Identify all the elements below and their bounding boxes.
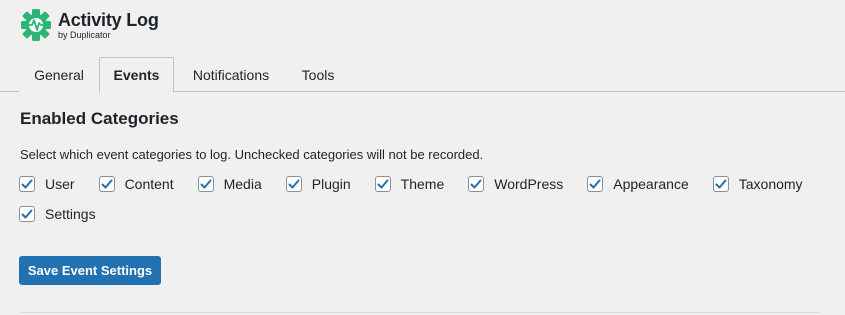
category-label: Media bbox=[223, 176, 262, 192]
category-appearance[interactable]: Appearance bbox=[587, 176, 689, 192]
checkbox[interactable] bbox=[468, 176, 485, 192]
category-media[interactable]: Media bbox=[197, 176, 262, 192]
tab-general[interactable]: General bbox=[19, 57, 99, 92]
checkbox[interactable] bbox=[98, 176, 115, 192]
category-taxonomy[interactable]: Taxonomy bbox=[712, 176, 803, 192]
checkmark-icon bbox=[21, 209, 33, 219]
checkmark-icon bbox=[377, 179, 389, 189]
checkmark-icon bbox=[715, 179, 727, 189]
category-label: User bbox=[45, 176, 75, 192]
category-label: Taxonomy bbox=[738, 176, 803, 192]
category-plugin[interactable]: Plugin bbox=[285, 176, 351, 192]
checkbox[interactable] bbox=[285, 176, 302, 192]
checkbox[interactable] bbox=[374, 176, 391, 192]
category-settings[interactable]: Settings bbox=[19, 206, 96, 222]
checkbox[interactable] bbox=[197, 176, 214, 192]
app-logo: Activity Log by Duplicator bbox=[20, 8, 159, 42]
categories-row: Settings bbox=[19, 206, 120, 222]
gear-pulse-icon bbox=[21, 9, 51, 41]
category-content[interactable]: Content bbox=[98, 176, 174, 192]
tab-notifications[interactable]: Notifications bbox=[176, 57, 286, 92]
checkbox[interactable] bbox=[587, 176, 604, 192]
app-title: Activity Log bbox=[58, 9, 159, 30]
settings-page: Activity Log by Duplicator General Event… bbox=[0, 0, 845, 315]
save-event-settings-button[interactable]: Save Event Settings bbox=[19, 256, 161, 285]
checkbox[interactable] bbox=[712, 176, 729, 192]
settings-tabs: General Events Notifications Tools bbox=[0, 57, 845, 93]
checkmark-icon bbox=[288, 179, 300, 189]
section-description: Select which event categories to log. Un… bbox=[20, 147, 484, 162]
category-user[interactable]: User bbox=[19, 176, 75, 192]
category-wordpress[interactable]: WordPress bbox=[468, 176, 563, 192]
checkmark-icon bbox=[101, 179, 113, 189]
checkbox[interactable] bbox=[19, 206, 35, 222]
tab-tools[interactable]: Tools bbox=[288, 57, 348, 92]
category-label: Theme bbox=[400, 176, 445, 192]
category-label: Appearance bbox=[613, 176, 689, 192]
tab-events[interactable]: Events bbox=[99, 57, 174, 93]
checkmark-icon bbox=[200, 179, 212, 189]
section-title: Enabled Categories bbox=[20, 109, 179, 128]
checkmark-icon bbox=[21, 179, 33, 189]
checkmark-icon bbox=[470, 179, 482, 189]
checkmark-icon bbox=[589, 179, 601, 189]
category-theme[interactable]: Theme bbox=[374, 176, 445, 192]
divider bbox=[20, 312, 820, 313]
categories-row: User Content Media Plugin Theme WordPres… bbox=[19, 176, 827, 192]
category-label: Content bbox=[124, 176, 174, 192]
checkbox[interactable] bbox=[19, 176, 35, 192]
category-label: Settings bbox=[45, 206, 96, 222]
category-label: WordPress bbox=[494, 176, 564, 192]
app-subtitle: by Duplicator bbox=[58, 29, 111, 40]
category-label: Plugin bbox=[311, 176, 351, 192]
